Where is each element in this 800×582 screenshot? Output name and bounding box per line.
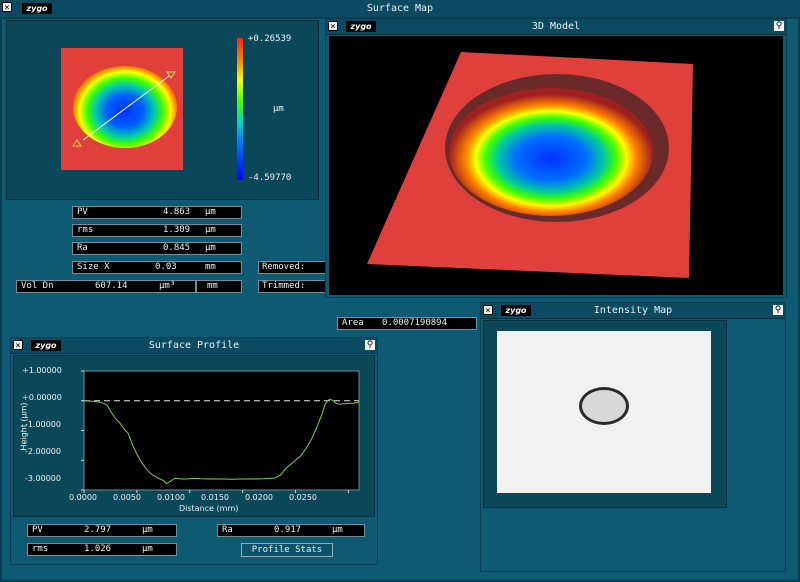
profile-pv-label: PV <box>32 525 43 535</box>
area-field: Area 0.0007190894 <box>337 317 477 330</box>
profile-start-marker <box>72 139 82 147</box>
x-tick-label: 0.0100 <box>157 493 185 502</box>
stat-rms-value: 1.309 <box>163 225 191 235</box>
stat-rms-field: rms 1.309 µm <box>72 224 242 237</box>
profile-pv-field: PV 2.797 µm <box>27 524 177 537</box>
surface-map-pane[interactable]: +0.26539 µm -4.59770 <box>6 20 319 200</box>
x-tick-label: 0.0000 <box>69 493 97 502</box>
stat-pv-label: PV <box>77 207 88 217</box>
stat-ra-unit: µm <box>205 243 216 253</box>
stat-pv-field: PV 4.863 µm <box>72 206 242 219</box>
profile-ra-label: Ra <box>222 525 233 535</box>
stat-rms-label: rms <box>77 225 94 235</box>
vol-dn-label: Vol Dn <box>21 281 54 291</box>
profile-cut-line[interactable] <box>61 48 183 170</box>
profile-plot-pane: +1.00000 +0.00000 -1.00000 -2.00000 -3.0… <box>13 355 375 517</box>
profile-pv-value: 2.797 <box>84 525 112 535</box>
stat-rms-unit: µm <box>205 225 216 235</box>
x-axis-label: Distance (mm) <box>179 504 239 513</box>
colorbar-unit-label: µm <box>273 104 284 114</box>
stat-pv-unit: µm <box>205 207 216 217</box>
intensity-map-spot <box>579 387 629 425</box>
model-3d-render <box>367 52 693 278</box>
vol-dn-value: 607.14 <box>95 281 128 291</box>
surface-profile-window[interactable]: × zygo Surface Profile ⚲ +1.00000 +0.000… <box>10 337 378 565</box>
model-3d-window[interactable]: × zygo 3D Model ⚲ <box>325 18 787 298</box>
intensity-map-frame <box>483 320 727 508</box>
area-value: 0.0007190894 <box>382 318 448 328</box>
intensity-map-image[interactable] <box>497 331 711 493</box>
pin-icon[interactable]: ⚲ <box>774 21 784 31</box>
profile-rms-value: 1.026 <box>84 544 112 554</box>
stat-pv-value: 4.863 <box>163 207 191 217</box>
x-tick-label: 0.0200 <box>245 493 273 502</box>
y-tick-label: -1.00000 <box>25 420 61 429</box>
trimmed-field: Trimmed: <box>258 280 328 293</box>
surface-profile-title: Surface Profile <box>148 340 240 351</box>
y-tick-label: +1.00000 <box>22 366 62 375</box>
vol-dn-unit2: mm <box>207 281 218 291</box>
intensity-map-title: Intensity Map <box>593 305 673 316</box>
profile-chart-labels: +1.00000 +0.00000 -1.00000 -2.00000 -3.0… <box>14 356 376 518</box>
profile-ra-value: 0.917 <box>274 525 302 535</box>
removed-field: Removed: <box>258 261 328 274</box>
profile-rms-unit: µm <box>142 544 153 554</box>
profile-stats-button[interactable]: Profile Stats <box>241 543 333 557</box>
stat-ra-label: Ra <box>77 243 88 253</box>
x-tick-label: 0.0250 <box>289 493 317 502</box>
colorbar <box>237 38 243 180</box>
stat-size-x-unit: mm <box>205 262 216 272</box>
model-3d-view[interactable] <box>329 36 783 295</box>
model-3d-crater <box>449 88 653 216</box>
profile-ra-unit: µm <box>332 525 343 535</box>
profile-rms-field: rms 1.026 µm <box>27 543 177 556</box>
profile-pv-unit: µm <box>142 525 153 535</box>
x-tick-label: 0.0150 <box>201 493 229 502</box>
stat-ra-field: Ra 0.845 µm <box>72 242 242 255</box>
profile-rms-label: rms <box>32 544 49 554</box>
surface-profile-titlebar: × zygo Surface Profile ⚲ <box>11 338 377 354</box>
stat-size-x-label: Size X <box>77 262 110 272</box>
y-tick-label: -3.00000 <box>25 474 61 483</box>
trimmed-label: Trimmed: <box>262 281 306 291</box>
pin-icon[interactable]: ⚲ <box>365 340 375 350</box>
profile-cut-segment <box>82 75 170 141</box>
y-axis-label: Height (µm) <box>19 402 29 451</box>
profile-ra-field: Ra 0.917 µm <box>217 524 365 537</box>
surface-map-image[interactable] <box>61 48 183 170</box>
x-tick-label: 0.0050 <box>113 493 141 502</box>
colorbar-min-label: -4.59770 <box>248 173 292 183</box>
vol-dn-unit: µm³ <box>159 281 176 291</box>
main-window-title: Surface Map <box>366 3 434 14</box>
model-3d-titlebar: × zygo 3D Model ⚲ <box>326 19 786 35</box>
model-3d-title: 3D Model <box>531 21 581 32</box>
intensity-map-titlebar: × zygo Intensity Map ⚲ <box>481 303 785 319</box>
stat-ra-value: 0.845 <box>163 243 191 253</box>
intensity-map-window[interactable]: × zygo Intensity Map ⚲ <box>480 302 786 572</box>
vol-dn-unit-select[interactable]: mm <box>196 280 242 293</box>
stat-size-x-field: Size X 0.03 mm <box>72 261 242 274</box>
y-tick-label: -2.00000 <box>25 447 61 456</box>
area-label: Area <box>342 318 364 328</box>
y-tick-label: +0.00000 <box>22 393 62 402</box>
main-titlebar: × zygo Surface Map <box>0 0 800 18</box>
pin-icon[interactable]: ⚲ <box>773 305 783 315</box>
colorbar-max-label: +0.26539 <box>248 34 292 44</box>
vol-dn-field: Vol Dn 607.14 µm³ <box>16 280 196 293</box>
stat-size-x-value: 0.03 <box>155 262 177 272</box>
removed-label: Removed: <box>262 262 306 272</box>
